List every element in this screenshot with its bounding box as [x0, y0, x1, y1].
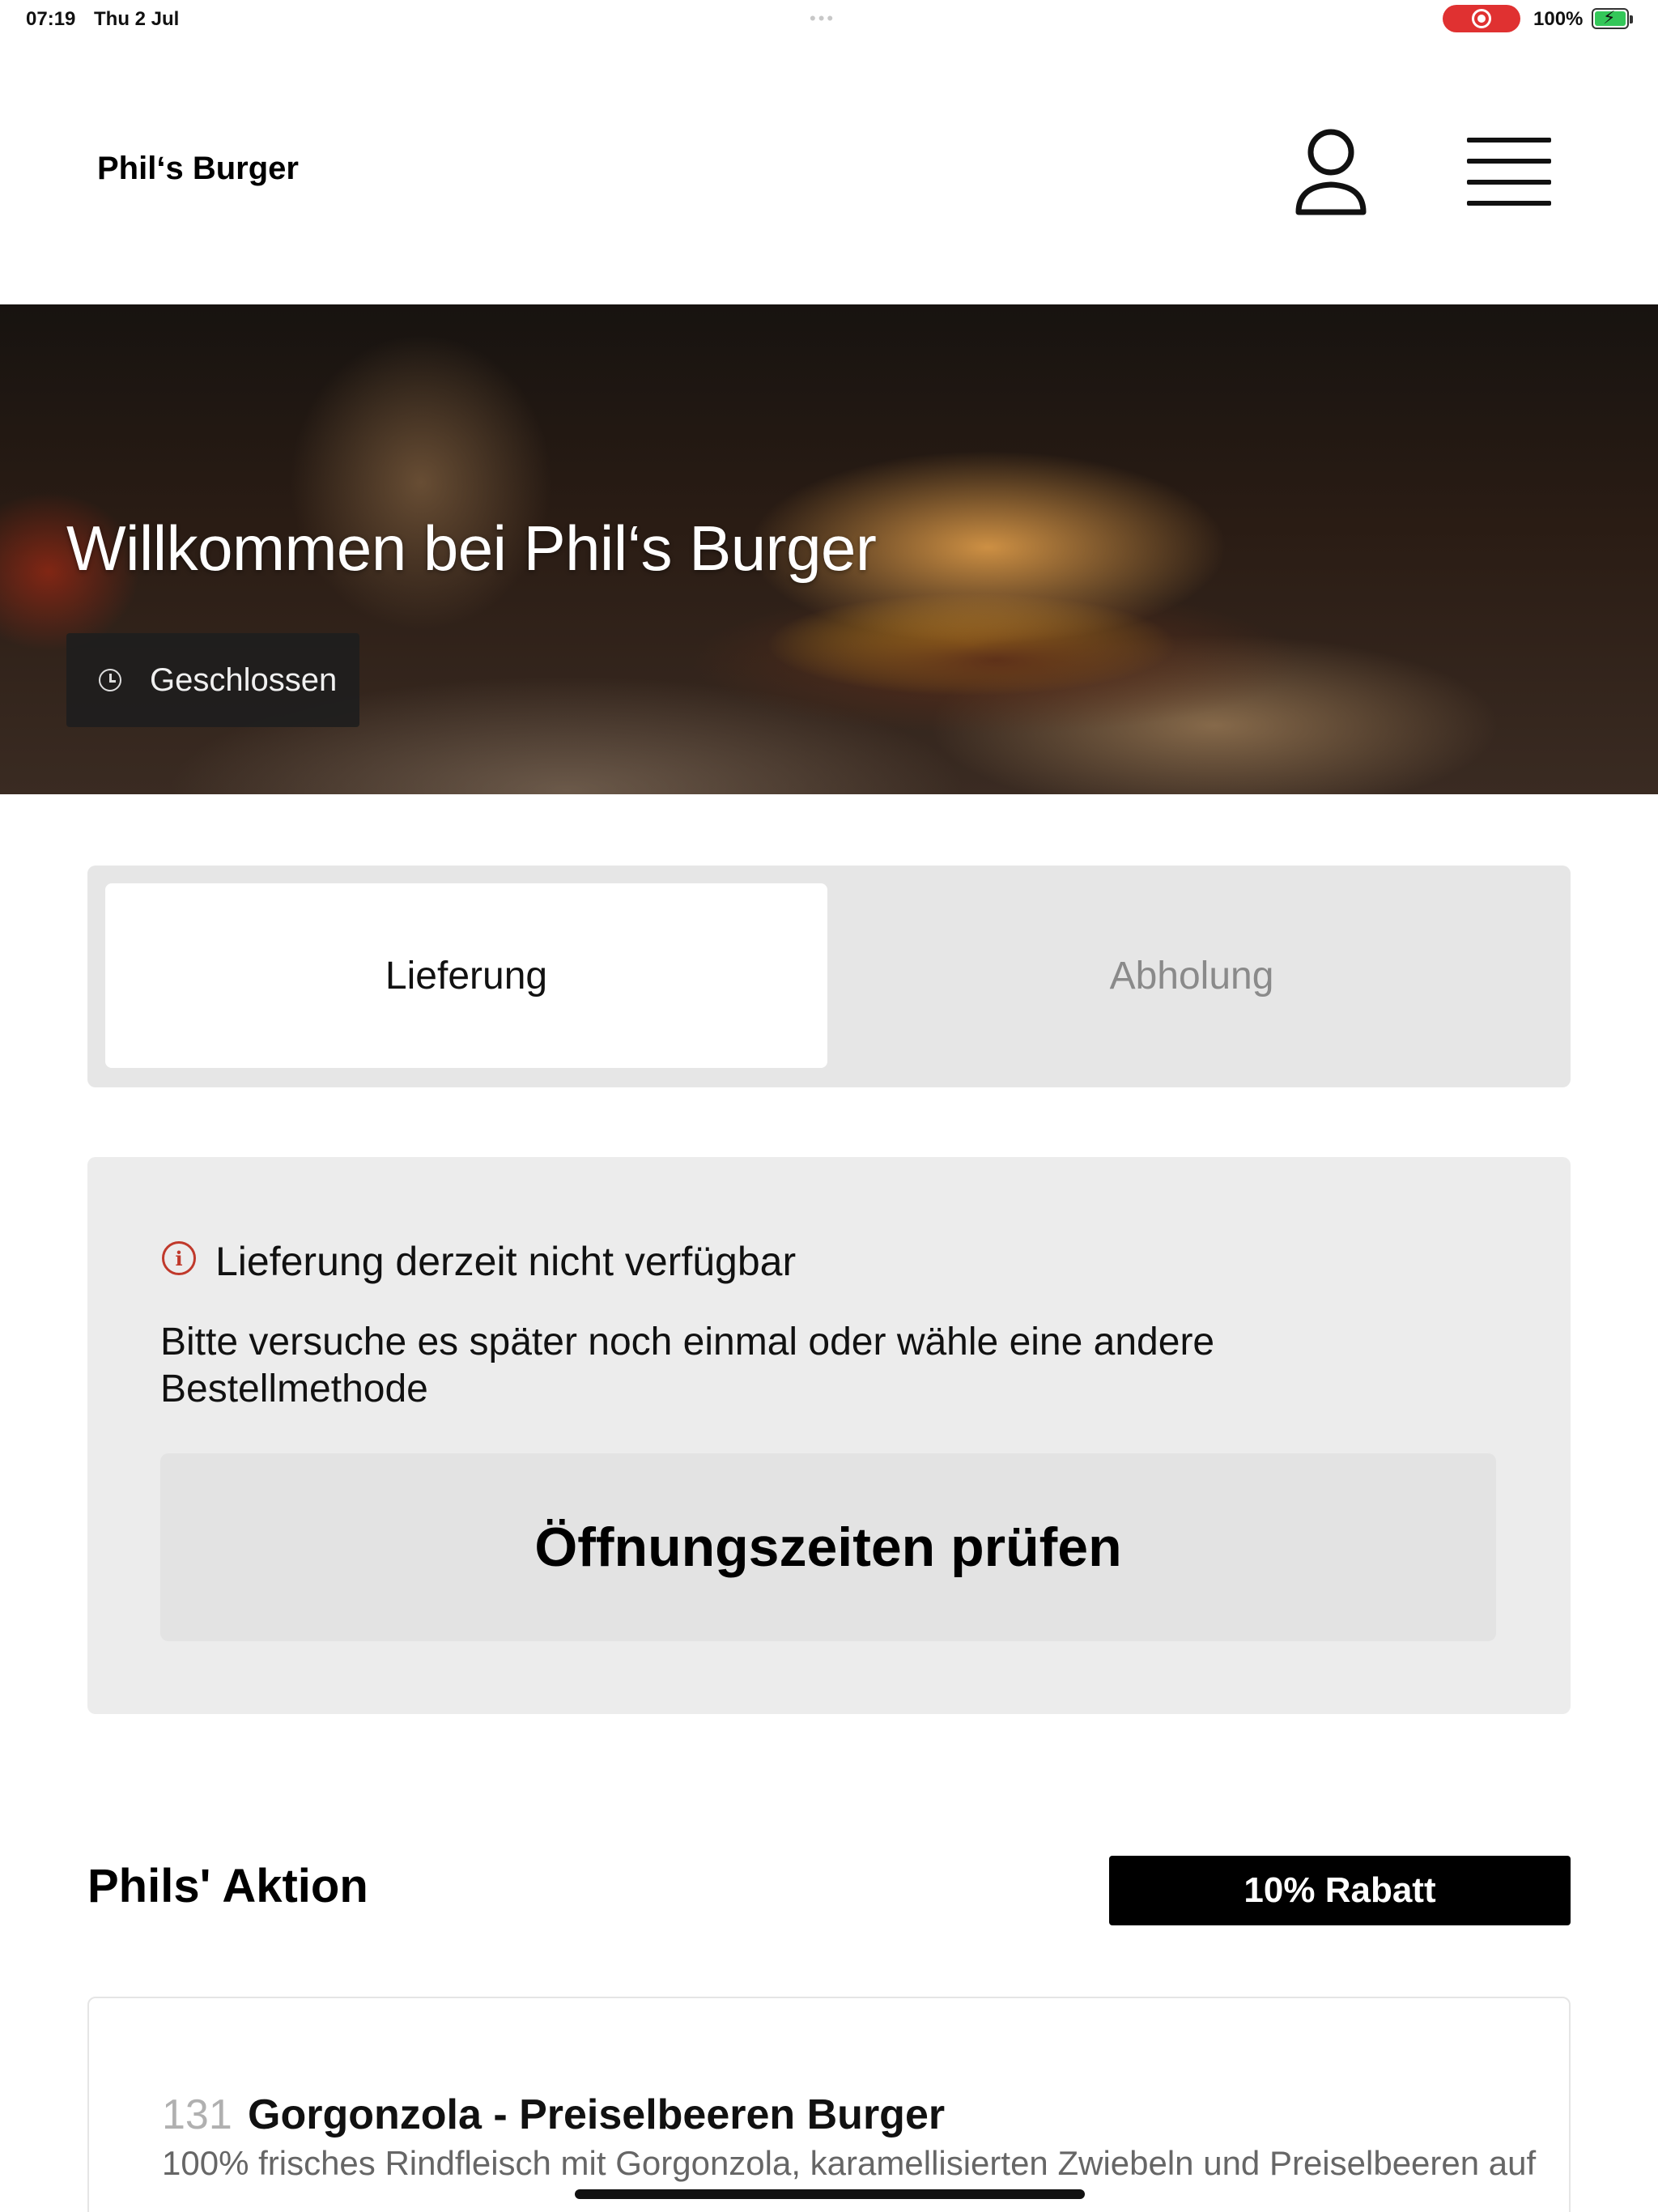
tab-pickup[interactable]: Abholung: [831, 883, 1553, 1068]
home-indicator[interactable]: [575, 2189, 1085, 2199]
status-bar: 07:19 Thu 2 Jul ••• 100% ⚡: [0, 0, 1658, 39]
info-icon: i: [162, 1241, 196, 1275]
open-status-label: Geschlossen: [150, 662, 338, 698]
product-name: Gorgonzola - Preiselbeeren Burger: [248, 2091, 946, 2138]
status-time: 07:19: [26, 8, 76, 30]
clock-icon: [99, 669, 121, 691]
site-header: Phil‘s Burger: [0, 39, 1658, 304]
product-description: 100% frisches Rindfleisch mit Gorgonzola…: [162, 2144, 1537, 2182]
battery-percent: 100%: [1533, 8, 1584, 30]
product-card[interactable]: 131 Gorgonzola - Preiselbeeren Burger 10…: [87, 1997, 1571, 2212]
hero-title: Willkommen bei Phil‘s Burger: [66, 513, 877, 584]
battery-icon: ⚡: [1592, 7, 1633, 29]
user-account-icon[interactable]: [1290, 125, 1371, 222]
order-method-tabs: Lieferung Abholung: [87, 866, 1571, 1087]
delivery-unavailable-notice: i Lieferung derzeit nicht verfügbar Bitt…: [87, 1157, 1571, 1714]
check-opening-hours-button[interactable]: Öffnungszeiten prüfen: [160, 1453, 1496, 1641]
notice-text: Bitte versuche es später noch einmal ode…: [160, 1321, 1215, 1410]
screen-recording-icon[interactable]: [1443, 5, 1520, 32]
discount-badge: 10% Rabatt: [1109, 1856, 1571, 1925]
hero-banner: Willkommen bei Phil‘s Burger Geschlossen: [0, 304, 1658, 794]
app-page: 07:19 Thu 2 Jul ••• 100% ⚡ Phil‘s Burger…: [0, 0, 1658, 2212]
notice-title: Lieferung derzeit nicht verfügbar: [215, 1239, 797, 1284]
promotion-title: Phils' Aktion: [87, 1860, 368, 1912]
brand-title[interactable]: Phil‘s Burger: [97, 151, 299, 187]
tab-delivery[interactable]: Lieferung: [105, 883, 827, 1068]
multitasking-dots-icon[interactable]: •••: [810, 8, 835, 29]
product-number: 131: [162, 2091, 232, 2138]
open-status-badge: Geschlossen: [66, 633, 359, 727]
status-date: Thu 2 Jul: [94, 8, 180, 30]
hamburger-menu-icon[interactable]: [1467, 136, 1551, 209]
